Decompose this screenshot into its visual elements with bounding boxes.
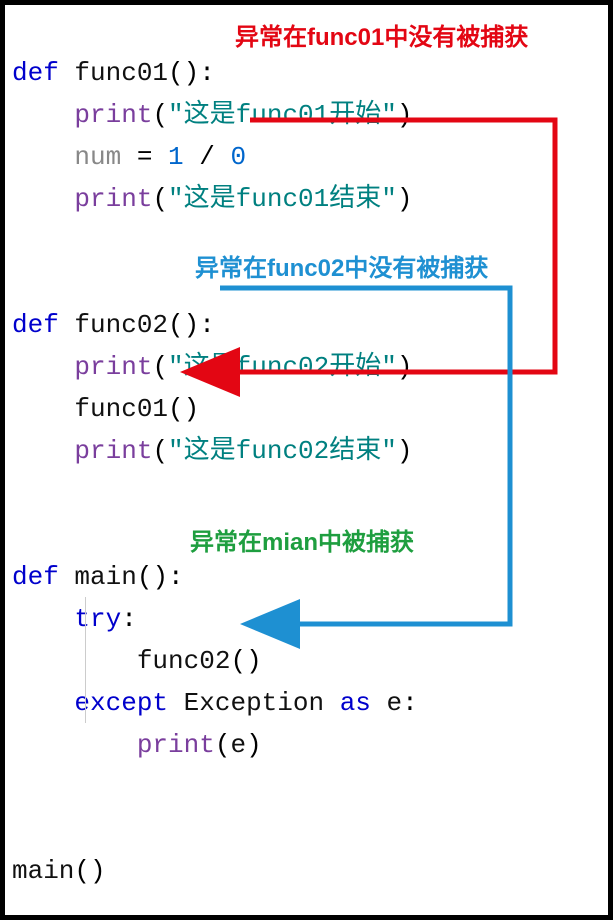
line-14: try: [12, 604, 137, 634]
lparen: ( [74, 856, 90, 886]
number-1: 1 [168, 142, 184, 172]
blank-line [12, 478, 28, 508]
lparen: ( [152, 436, 168, 466]
lparen: ( [230, 646, 246, 676]
variable-e: e [230, 730, 246, 760]
line-16: except Exception as e: [12, 688, 418, 718]
keyword-def: def [12, 310, 59, 340]
colon: : [402, 688, 418, 718]
call-func01: func01 [74, 394, 168, 424]
rparen: ) [397, 436, 413, 466]
builtin-print: print [74, 100, 152, 130]
equals-op: = [121, 142, 168, 172]
rparen: ) [184, 394, 200, 424]
blank-line [12, 772, 28, 802]
variable-e: e [387, 688, 403, 718]
blank-line [12, 520, 28, 550]
string-literal: "这是func02开始" [168, 352, 397, 382]
line-3: num = 1 / 0 [12, 142, 246, 172]
keyword-try: try [74, 604, 121, 634]
builtin-print: print [74, 184, 152, 214]
indent-guide [85, 681, 86, 723]
lparen: ( [168, 394, 184, 424]
call-main: main [12, 856, 74, 886]
annotation-blue: 异常在func02中没有被捕获 [195, 248, 488, 283]
line-1: def func01(): [12, 58, 215, 88]
lparen: ( [152, 352, 168, 382]
func-name-main: main [74, 562, 136, 592]
builtin-print: print [137, 730, 215, 760]
blank-line [12, 268, 28, 298]
code-block: def func01(): print("这是func01开始") num = … [12, 10, 602, 892]
call-func02: func02 [137, 646, 231, 676]
blank-line [12, 814, 28, 844]
rparen: ) [246, 646, 262, 676]
string-literal: "这是func01开始" [168, 100, 397, 130]
paren-and-colon: (): [168, 58, 215, 88]
keyword-def: def [12, 58, 59, 88]
string-literal: "这是func02结束" [168, 436, 397, 466]
colon: : [121, 604, 137, 634]
line-8: print("这是func02开始") [12, 352, 412, 382]
rparen: ) [397, 100, 413, 130]
exception-class: Exception [184, 688, 324, 718]
rparen: ) [90, 856, 106, 886]
variable-num: num [74, 142, 121, 172]
line-15: func02() [12, 646, 262, 676]
rparen: ) [246, 730, 262, 760]
line-20: main() [12, 856, 106, 886]
func-name-func01: func01 [74, 58, 168, 88]
blank-line [12, 226, 28, 256]
keyword-as: as [340, 688, 371, 718]
paren-and-colon: (): [137, 562, 184, 592]
builtin-print: print [74, 352, 152, 382]
lparen: ( [152, 184, 168, 214]
lparen: ( [215, 730, 231, 760]
keyword-except: except [74, 688, 168, 718]
keyword-def: def [12, 562, 59, 592]
line-4: print("这是func01结束") [12, 184, 412, 214]
builtin-print: print [74, 436, 152, 466]
func-name-func02: func02 [74, 310, 168, 340]
line-2: print("这是func01开始") [12, 100, 412, 130]
annotation-red: 异常在func01中没有被捕获 [235, 17, 528, 52]
line-10: print("这是func02结束") [12, 436, 412, 466]
line-13: def main(): [12, 562, 184, 592]
number-0: 0 [230, 142, 246, 172]
lparen: ( [152, 100, 168, 130]
rparen: ) [397, 184, 413, 214]
line-7: def func02(): [12, 310, 215, 340]
string-literal: "这是func01结束" [168, 184, 397, 214]
line-9: func01() [12, 394, 199, 424]
line-17: print(e) [12, 730, 262, 760]
rparen: ) [397, 352, 413, 382]
divide-op: / [184, 142, 231, 172]
annotation-green: 异常在mian中被捕获 [190, 522, 414, 557]
paren-and-colon: (): [168, 310, 215, 340]
